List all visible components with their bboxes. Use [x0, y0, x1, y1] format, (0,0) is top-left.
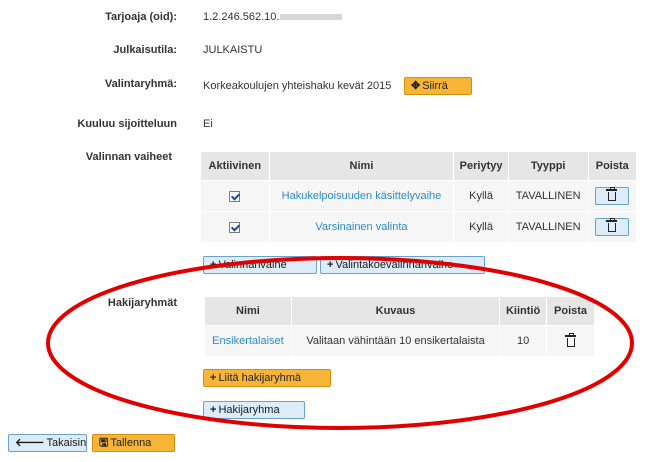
liita-hakijaryhma-button[interactable]: + Liitä hakijaryhmä — [203, 369, 331, 387]
back-button[interactable]: 🡐 Takaisin — [8, 434, 87, 452]
col-poista: Poista — [546, 296, 595, 326]
tarjoaja-label: Tarjoaja (oid): — [105, 11, 177, 23]
add-valinnanvaihe-button[interactable]: + Valinnanvaihe — [203, 256, 317, 274]
arrow-left-icon: 🡐 — [15, 437, 45, 449]
groups-table: Nimi Kuvaus Kiintiö Poista Ensikertalais… — [204, 296, 595, 357]
active-cell — [200, 180, 270, 212]
redacted-oid-mask — [280, 14, 343, 21]
type-cell: TAVALLINEN — [507, 180, 589, 212]
julkaisutila-label: Julkaisutila: — [113, 44, 177, 56]
groups-header-row: Nimi Kuvaus Kiintiö Poista — [204, 296, 595, 326]
delete-phase-button[interactable] — [595, 187, 630, 205]
col-periytyy: Periytyy — [453, 151, 509, 181]
active-checkbox[interactable] — [229, 221, 241, 233]
col-kiintio: Kiintiö — [499, 296, 548, 326]
col-aktiivinen: Aktiivinen — [200, 151, 270, 181]
trash-icon — [606, 187, 618, 201]
delete-group-button[interactable] — [564, 333, 577, 348]
delete-cell — [587, 180, 638, 212]
julkaisutila-value: JULKAISTU — [203, 44, 263, 56]
hakijaryhmat-label: Hakijaryhmät — [107, 297, 177, 309]
floppy-disk-icon: 🖫 — [99, 437, 109, 449]
plus-icon: + — [210, 259, 217, 271]
inherits-cell: Kyllä — [453, 211, 509, 243]
plus-icon: + — [327, 259, 334, 271]
col-nimi: Nimi — [268, 151, 455, 181]
col-tyyppi: Tyyppi — [507, 151, 589, 181]
move-arrows-icon: ✥ — [411, 80, 421, 92]
col-poista: Poista — [587, 151, 638, 181]
group-name-link[interactable]: Ensikertalaiset — [212, 335, 284, 347]
save-button[interactable]: 🖫 Tallenna — [92, 434, 175, 452]
group-name-cell: Ensikertalaiset — [204, 325, 292, 357]
inherits-cell: Kyllä — [453, 180, 509, 212]
group-quota-cell: 10 — [499, 325, 548, 357]
tarjoaja-oid: 1.2.246.562.10. — [203, 11, 280, 23]
delete-cell — [587, 211, 638, 243]
add-hakijaryhma-button[interactable]: + Hakijaryhma — [203, 401, 305, 419]
valintaryhma-value: Korkeakoulujen yhteishaku kevät 2015 — [203, 80, 392, 92]
table-row: Varsinainen valinta Kyllä TAVALLINEN — [200, 211, 638, 243]
active-checkbox[interactable] — [229, 190, 241, 202]
add-valintakoevalinnanvaihe-button[interactable]: + Valintakoevalinnanvaihe — [320, 256, 485, 274]
tarjoaja-value: 1.2.246.562.10. — [203, 11, 343, 23]
phase-name-cell: Hakukelpoisuuden käsittelyvaihe — [268, 180, 455, 212]
delete-phase-button[interactable] — [595, 218, 630, 236]
liita-hakijaryhma-label: Liitä hakijaryhmä — [218, 372, 301, 384]
type-cell: TAVALLINEN — [507, 211, 589, 243]
col-kuvaus: Kuvaus — [290, 296, 501, 326]
phases-header-row: Aktiivinen Nimi Periytyy Tyyppi Poista — [200, 151, 638, 181]
plus-icon: + — [210, 404, 217, 416]
table-row: Hakukelpoisuuden käsittelyvaihe Kyllä TA… — [200, 180, 638, 212]
add-hakijaryhma-label: Hakijaryhma — [218, 404, 280, 416]
save-label: Tallenna — [110, 437, 152, 449]
table-row: Ensikertalaiset Valitaan vähintään 10 en… — [204, 325, 595, 357]
valinnan-vaiheet-label: Valinnan vaiheet — [85, 151, 172, 163]
back-label: Takaisin — [46, 437, 87, 449]
add-valinnanvaihe-label: Valinnanvaihe — [218, 259, 287, 271]
col-nimi: Nimi — [204, 296, 292, 326]
add-valintakoevalinnanvaihe-label: Valintakoevalinnanvaihe — [335, 259, 454, 271]
kuuluu-sijoitteluun-label: Kuuluu sijoitteluun — [77, 118, 177, 130]
trash-icon — [564, 333, 576, 347]
phase-name-cell: Varsinainen valinta — [268, 211, 455, 243]
valintaryhma-label: Valintaryhmä: — [104, 78, 177, 90]
phase-name-link[interactable]: Hakukelpoisuuden käsittelyvaihe — [282, 190, 442, 202]
phases-table: Aktiivinen Nimi Periytyy Tyyppi Poista H… — [200, 151, 638, 243]
delete-cell — [546, 325, 595, 357]
phase-name-link[interactable]: Varsinainen valinta — [315, 221, 407, 233]
group-description-cell: Valitaan vähintään 10 ensikertalaista — [290, 325, 501, 357]
plus-icon: + — [210, 372, 217, 384]
kuuluu-sijoitteluun-value: Ei — [203, 118, 213, 130]
siirra-button[interactable]: ✥ Siirrä — [404, 77, 472, 95]
siirra-label: Siirrä — [422, 80, 448, 92]
trash-icon — [606, 218, 618, 232]
active-cell — [200, 211, 270, 243]
